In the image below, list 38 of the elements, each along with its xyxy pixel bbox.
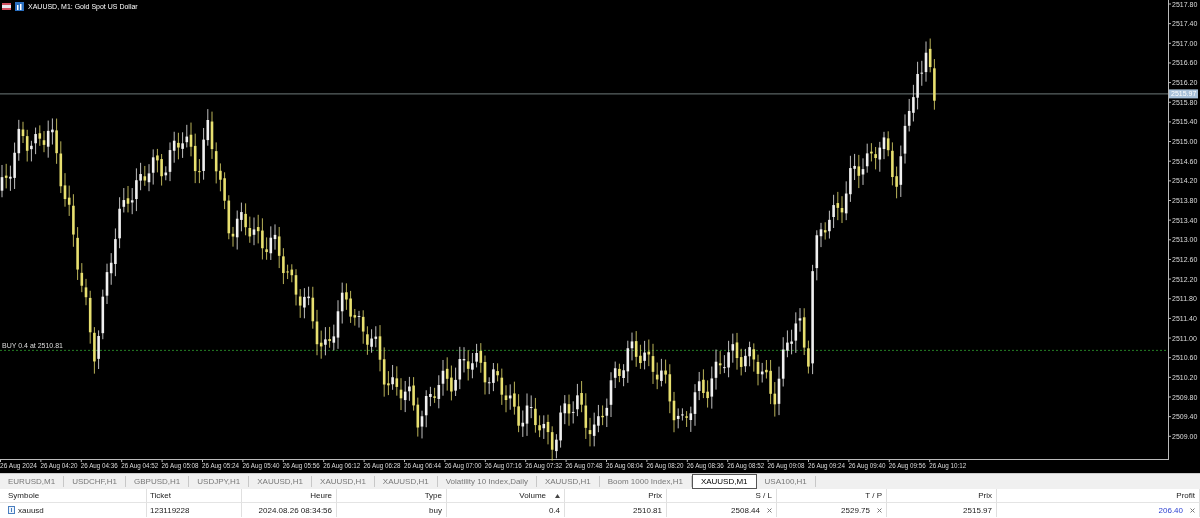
column-header[interactable]: Profit	[1176, 491, 1195, 500]
flag-icon	[2, 3, 11, 10]
chart-type-icon	[15, 2, 24, 11]
close-icon[interactable]	[767, 507, 772, 513]
table-cell: buy	[429, 505, 442, 515]
chart-tab[interactable]: XAUUSD,H1	[536, 476, 600, 487]
column-header[interactable]: Prix	[648, 491, 662, 500]
chart-tab[interactable]: GBPUSD,H1	[126, 476, 190, 487]
chart-tab[interactable]: USA100,H1	[756, 476, 816, 487]
chart-tab[interactable]: Volatility 10 Index,Daily	[437, 476, 537, 487]
table-cell: 2515.97	[963, 505, 992, 515]
column-header[interactable]: Heure	[310, 491, 332, 500]
chart-tab[interactable]: EURUSD,M1	[0, 476, 65, 487]
chart-tab[interactable]: XAUUSD,H1	[249, 476, 313, 487]
table-cell: 2508.44	[731, 505, 760, 515]
chart-tab[interactable]: Boom 1000 Index,H1	[599, 476, 692, 487]
chart-tab[interactable]: XAUUSD,H1	[374, 476, 438, 487]
close-icon[interactable]	[877, 507, 882, 513]
chart-tab[interactable]: XAUUSD,M1	[691, 474, 757, 489]
column-header[interactable]: Ticket	[150, 491, 172, 500]
table-cell: 206.40	[1158, 505, 1183, 515]
column-header[interactable]: Symbole	[8, 491, 40, 500]
chart-tab[interactable]: XAUUSD,H1	[312, 476, 375, 487]
chart-tab[interactable]: USDCHF,H1	[64, 476, 127, 487]
column-header[interactable]: Type	[424, 491, 442, 500]
chart-tab[interactable]: USDJPY,H1	[189, 476, 250, 487]
table-cell: 123119228	[150, 505, 190, 515]
column-header[interactable]: Prix	[978, 491, 992, 500]
column-header[interactable]: T / P	[865, 491, 882, 500]
close-icon[interactable]	[1190, 507, 1195, 513]
column-header[interactable]: S / L	[755, 491, 772, 500]
column-header[interactable]: Volume	[519, 491, 546, 500]
table-cell: 2529.75	[841, 505, 870, 515]
table-cell: 0.4	[548, 505, 560, 515]
table-cell: xauusd	[18, 505, 44, 515]
table-cell: 2024.08.26 08:34:56	[258, 505, 332, 515]
position-icon	[8, 506, 15, 514]
table-cell: 2510.81	[633, 505, 662, 515]
